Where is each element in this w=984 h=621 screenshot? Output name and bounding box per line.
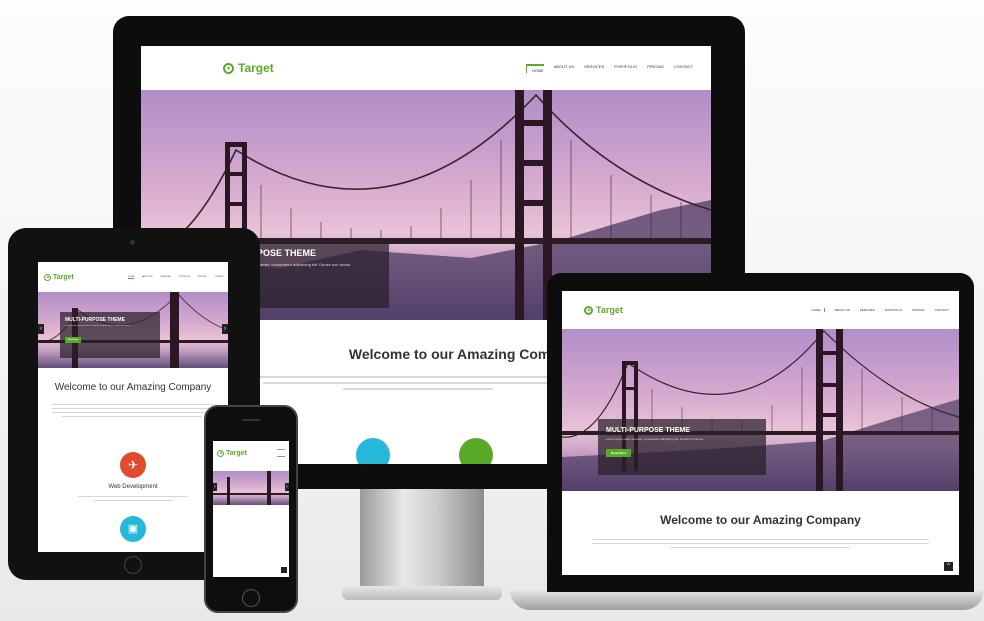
- phone-home-button[interactable]: [242, 589, 260, 607]
- brand-name: Target: [238, 61, 274, 75]
- tablet-welcome-text: [52, 404, 214, 417]
- scroll-top-button[interactable]: [281, 567, 287, 573]
- target-icon: [584, 305, 593, 315]
- laptop-base: [510, 590, 984, 610]
- scroll-top-button[interactable]: ^: [944, 562, 953, 571]
- nav-contact[interactable]: CONTACT: [214, 276, 224, 279]
- nav-portfolio[interactable]: PORTFOLIO: [885, 308, 902, 312]
- nav-pricing[interactable]: PRICING: [647, 64, 664, 73]
- nav-pricing[interactable]: PRICING: [912, 308, 925, 312]
- nav-services[interactable]: SERVICES: [584, 64, 604, 73]
- chevron-right-icon[interactable]: ›: [222, 324, 228, 334]
- laptop-hero-caption: MULTI-PURPOSE THEME Lorem ipsum dolor si…: [598, 419, 766, 475]
- nav-home[interactable]: HOME: [128, 276, 135, 279]
- phone-logo[interactable]: Target: [217, 449, 247, 457]
- laptop-welcome-text: [592, 539, 929, 548]
- brand-name: Target: [53, 273, 74, 281]
- hero-title: MULTI-PURPOSE THEME: [65, 317, 125, 323]
- phone-frame: Target ‹ ›: [204, 405, 298, 613]
- laptop-nav-menu: HOME ABOUT US SERVICES PORTFOLIO PRICING…: [802, 308, 949, 312]
- chevron-left-icon[interactable]: ‹: [213, 483, 217, 491]
- nav-services[interactable]: SERVICES: [161, 276, 171, 279]
- phone-hero: ‹ ›: [213, 471, 289, 505]
- nav-contact[interactable]: CONTACT: [935, 308, 949, 312]
- golden-gate-bridge-image: [213, 471, 289, 505]
- service-icon-green[interactable]: [459, 438, 493, 464]
- nav-about[interactable]: ABOUT US: [554, 64, 574, 73]
- tablet-logo[interactable]: Target: [44, 273, 74, 281]
- service-icon-cyan[interactable]: [356, 438, 390, 464]
- image-icon[interactable]: ▣: [120, 516, 146, 542]
- target-icon: [223, 62, 234, 74]
- hero-title: MULTI-PURPOSE THEME: [606, 427, 690, 434]
- device-showcase: Target HOME ABOUT US SERVICES PORTFOLIO …: [0, 0, 984, 621]
- read-more-button[interactable]: Read More: [606, 449, 632, 457]
- nav-menu: HOME ABOUT US SERVICES PORTFOLIO PRICING…: [516, 63, 693, 73]
- brand-name: Target: [596, 305, 623, 315]
- rocket-icon[interactable]: ✈: [120, 452, 146, 478]
- target-icon: [44, 273, 51, 281]
- chevron-left-icon[interactable]: ‹: [38, 324, 44, 334]
- nav-about[interactable]: ABOUT US: [835, 308, 850, 312]
- hero-title: POSE THEME: [257, 248, 317, 258]
- hero-text: Lorem ipsum dolor sit amet, consectetur …: [606, 437, 704, 441]
- nav-portfolio[interactable]: PORTFOLIO: [614, 64, 637, 73]
- nav-services[interactable]: SERVICES: [860, 308, 875, 312]
- laptop-welcome-heading: Welcome to our Amazing Company: [660, 513, 861, 527]
- laptop-logo[interactable]: Target: [584, 305, 623, 315]
- phone-speaker: [242, 419, 260, 421]
- laptop-frame: Target HOME ABOUT US SERVICES PORTFOLIO …: [547, 273, 974, 592]
- tablet-navbar: Target HOME ABOUT US SERVICES PORTFOLIO …: [38, 262, 228, 292]
- phone-website: Target ‹ ›: [213, 441, 289, 577]
- monitor-stand: [342, 470, 502, 608]
- site-logo[interactable]: Target: [223, 61, 274, 75]
- laptop-hero: MULTI-PURPOSE THEME Lorem ipsum dolor si…: [562, 329, 959, 491]
- chevron-right-icon[interactable]: ›: [285, 483, 289, 491]
- hero-text: Lorem ipsum dolor sit amet, consectetur …: [65, 325, 131, 327]
- hero-text: it amet, consectetur adipiscing elit. Do…: [257, 262, 352, 267]
- menu-toggle-icon[interactable]: [277, 449, 285, 457]
- service-text: [78, 496, 188, 501]
- nav-home[interactable]: HOME: [812, 308, 825, 312]
- tablet-hero: MULTI-PURPOSE THEME Lorem ipsum dolor si…: [38, 292, 228, 368]
- site-navbar: Target HOME ABOUT US SERVICES PORTFOLIO …: [141, 46, 711, 90]
- nav-portfolio[interactable]: PORTFOLIO: [179, 276, 191, 279]
- read-more-button[interactable]: Read More: [65, 337, 82, 343]
- tablet-camera: [130, 240, 135, 245]
- nav-home[interactable]: HOME: [525, 63, 544, 73]
- laptop-website: Target HOME ABOUT US SERVICES PORTFOLIO …: [562, 291, 959, 575]
- target-icon: [217, 449, 224, 457]
- hero-caption: POSE THEME it amet, consectetur adipisci…: [249, 238, 389, 308]
- tablet-welcome-heading: Welcome to our Amazing Company: [54, 382, 212, 393]
- welcome-text: [259, 376, 559, 390]
- laptop-navbar: Target HOME ABOUT US SERVICES PORTFOLIO …: [562, 291, 959, 329]
- brand-name: Target: [226, 449, 247, 457]
- phone-navbar: Target: [213, 441, 289, 465]
- tablet-website: Target HOME ABOUT US SERVICES PORTFOLIO …: [38, 262, 228, 552]
- nav-about[interactable]: ABOUT US: [142, 276, 152, 279]
- nav-contact[interactable]: CONTACT: [674, 64, 693, 73]
- nav-pricing[interactable]: PRICING: [198, 276, 206, 279]
- tablet-home-button[interactable]: [124, 556, 142, 574]
- tablet-nav-menu: HOME ABOUT US SERVICES PORTFOLIO PRICING…: [120, 276, 224, 279]
- tablet-hero-caption: MULTI-PURPOSE THEME Lorem ipsum dolor si…: [60, 312, 160, 358]
- service-title: Web Development: [108, 484, 158, 490]
